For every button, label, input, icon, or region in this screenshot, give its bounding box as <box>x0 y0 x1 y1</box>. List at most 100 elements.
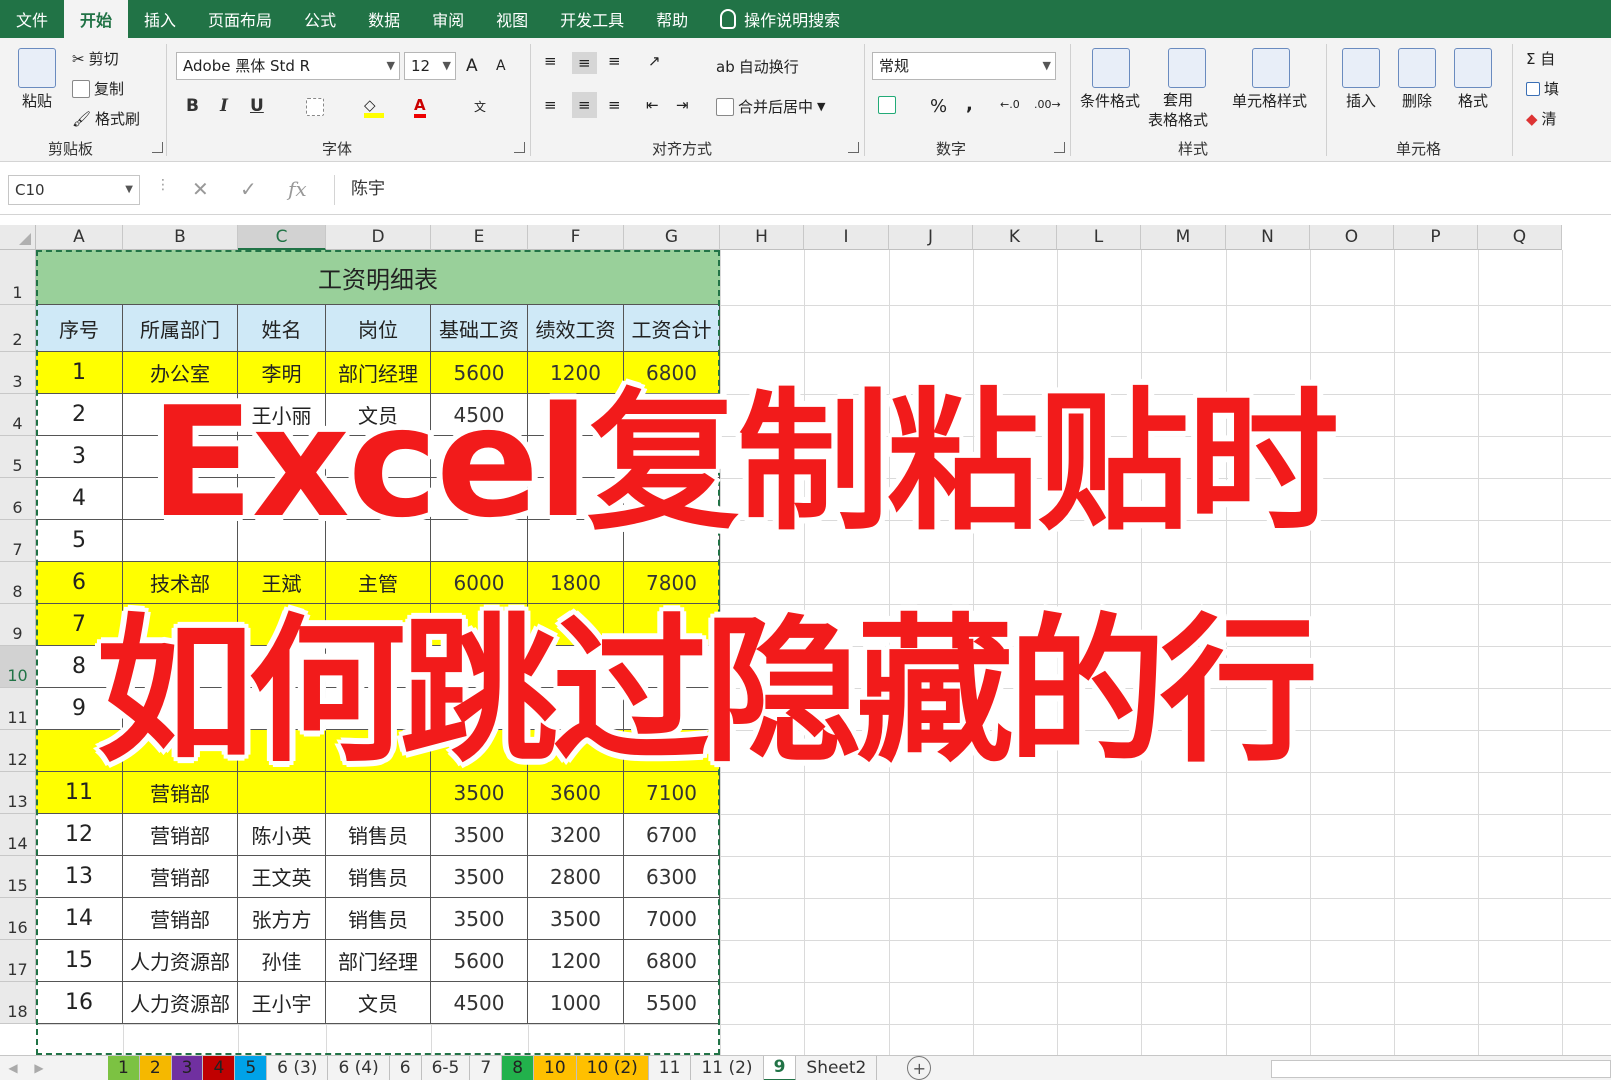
sheet-tab[interactable]: 1 <box>108 1055 140 1080</box>
table-cell[interactable]: 销售员 <box>326 814 431 856</box>
table-header-cell[interactable]: 绩效工资 <box>528 305 624 352</box>
table-title[interactable]: 工资明细表 <box>36 250 720 305</box>
column-header-L[interactable]: L <box>1057 225 1141 250</box>
table-header-cell[interactable]: 岗位 <box>326 305 431 352</box>
sheet-tab[interactable]: 9 <box>763 1055 797 1080</box>
table-cell[interactable]: 7800 <box>624 562 720 604</box>
row-header-1[interactable]: 1 <box>0 250 36 305</box>
table-cell[interactable]: 16 <box>36 982 123 1024</box>
table-cell[interactable]: 12 <box>36 814 123 856</box>
column-header-I[interactable]: I <box>804 225 889 250</box>
row-header-11[interactable]: 11 <box>0 688 36 730</box>
table-cell[interactable]: 3500 <box>528 898 624 940</box>
column-header-K[interactable]: K <box>973 225 1057 250</box>
table-cell[interactable]: 14 <box>36 898 123 940</box>
prev-sheet-icon[interactable]: ◀ <box>0 1061 26 1075</box>
column-header-M[interactable]: M <box>1141 225 1226 250</box>
table-cell[interactable]: 6300 <box>624 856 720 898</box>
table-cell[interactable]: 王斌 <box>238 562 326 604</box>
row-header-12[interactable]: 12 <box>0 730 36 772</box>
sheet-tab[interactable]: 5 <box>235 1055 268 1080</box>
row-header-7[interactable]: 7 <box>0 520 36 562</box>
column-header-O[interactable]: O <box>1310 225 1394 250</box>
column-header-J[interactable]: J <box>889 225 973 250</box>
table-cell[interactable]: 5600 <box>431 940 528 982</box>
table-cell[interactable]: 1200 <box>528 940 624 982</box>
column-header-P[interactable]: P <box>1394 225 1478 250</box>
sheet-tab[interactable]: 6 (4) <box>328 1055 390 1080</box>
table-cell[interactable]: 3500 <box>431 856 528 898</box>
table-cell[interactable]: 4 <box>36 478 123 520</box>
table-cell[interactable]: 陈小英 <box>238 814 326 856</box>
table-header-cell[interactable]: 姓名 <box>238 305 326 352</box>
sheet-tab[interactable]: 6 <box>390 1055 422 1080</box>
row-header-15[interactable]: 15 <box>0 856 36 898</box>
row-header-2[interactable]: 2 <box>0 305 36 352</box>
column-header-H[interactable]: H <box>720 225 804 250</box>
sheet-tab[interactable]: 8 <box>502 1055 535 1080</box>
table-cell[interactable]: 6700 <box>624 814 720 856</box>
column-header-E[interactable]: E <box>431 225 528 250</box>
table-cell[interactable]: 孙佳 <box>238 940 326 982</box>
table-cell[interactable]: 营销部 <box>123 856 238 898</box>
add-sheet-icon[interactable]: + <box>907 1056 932 1080</box>
row-header-14[interactable]: 14 <box>0 814 36 856</box>
horizontal-scrollbar[interactable] <box>1271 1060 1611 1078</box>
table-cell[interactable]: 6000 <box>431 562 528 604</box>
table-cell[interactable]: 13 <box>36 856 123 898</box>
table-cell[interactable]: 3 <box>36 436 123 478</box>
column-header-F[interactable]: F <box>528 225 624 250</box>
row-header-5[interactable]: 5 <box>0 436 36 478</box>
sheet-tab[interactable]: 10 <box>534 1055 577 1080</box>
row-header-16[interactable]: 16 <box>0 898 36 940</box>
column-header-C[interactable]: C <box>238 225 326 250</box>
select-all-corner[interactable] <box>0 225 36 250</box>
table-header-cell[interactable]: 基础工资 <box>431 305 528 352</box>
table-cell[interactable]: 1 <box>36 352 123 394</box>
table-cell[interactable]: 营销部 <box>123 898 238 940</box>
sheet-tab[interactable]: 7 <box>470 1055 503 1080</box>
row-header-13[interactable]: 13 <box>0 772 36 814</box>
column-header-D[interactable]: D <box>326 225 431 250</box>
column-header-B[interactable]: B <box>123 225 238 250</box>
table-cell[interactable]: 销售员 <box>326 898 431 940</box>
table-cell[interactable]: 2 <box>36 394 123 436</box>
table-cell[interactable]: 人力资源部 <box>123 982 238 1024</box>
sheet-tab[interactable]: 6-5 <box>422 1055 471 1080</box>
table-header-cell[interactable]: 工资合计 <box>624 305 720 352</box>
row-header-6[interactable]: 6 <box>0 478 36 520</box>
table-cell[interactable]: 主管 <box>326 562 431 604</box>
row-header-4[interactable]: 4 <box>0 394 36 436</box>
table-cell[interactable]: 张方方 <box>238 898 326 940</box>
column-header-N[interactable]: N <box>1226 225 1310 250</box>
table-header-cell[interactable]: 序号 <box>36 305 123 352</box>
sheet-tab[interactable]: 11 (2) <box>691 1055 764 1080</box>
table-cell[interactable]: 6800 <box>624 940 720 982</box>
table-cell[interactable]: 营销部 <box>123 814 238 856</box>
table-cell[interactable]: 1800 <box>528 562 624 604</box>
table-cell[interactable]: 3200 <box>528 814 624 856</box>
row-header-3[interactable]: 3 <box>0 352 36 394</box>
table-cell[interactable]: 王小宇 <box>238 982 326 1024</box>
sheet-tab[interactable]: 3 <box>171 1055 204 1080</box>
table-header-cell[interactable]: 所属部门 <box>123 305 238 352</box>
next-sheet-icon[interactable]: ▶ <box>26 1061 52 1075</box>
row-header-17[interactable]: 17 <box>0 940 36 982</box>
table-cell[interactable]: 5500 <box>624 982 720 1024</box>
sheet-tab[interactable]: 4 <box>203 1055 236 1080</box>
row-header-9[interactable]: 9 <box>0 604 36 646</box>
sheet-tab[interactable]: 6 (3) <box>267 1055 329 1080</box>
sheet-tab[interactable]: 11 <box>649 1055 692 1080</box>
row-header-10[interactable]: 10 <box>0 646 36 688</box>
column-header-G[interactable]: G <box>624 225 720 250</box>
table-cell[interactable]: 技术部 <box>123 562 238 604</box>
table-cell[interactable]: 1000 <box>528 982 624 1024</box>
table-cell[interactable]: 王文英 <box>238 856 326 898</box>
table-cell[interactable]: 2800 <box>528 856 624 898</box>
column-header-A[interactable]: A <box>36 225 123 250</box>
sheet-tab[interactable]: 2 <box>139 1055 172 1080</box>
table-cell[interactable]: 销售员 <box>326 856 431 898</box>
table-cell[interactable]: 部门经理 <box>326 940 431 982</box>
row-header-8[interactable]: 8 <box>0 562 36 604</box>
table-cell[interactable]: 4500 <box>431 982 528 1024</box>
